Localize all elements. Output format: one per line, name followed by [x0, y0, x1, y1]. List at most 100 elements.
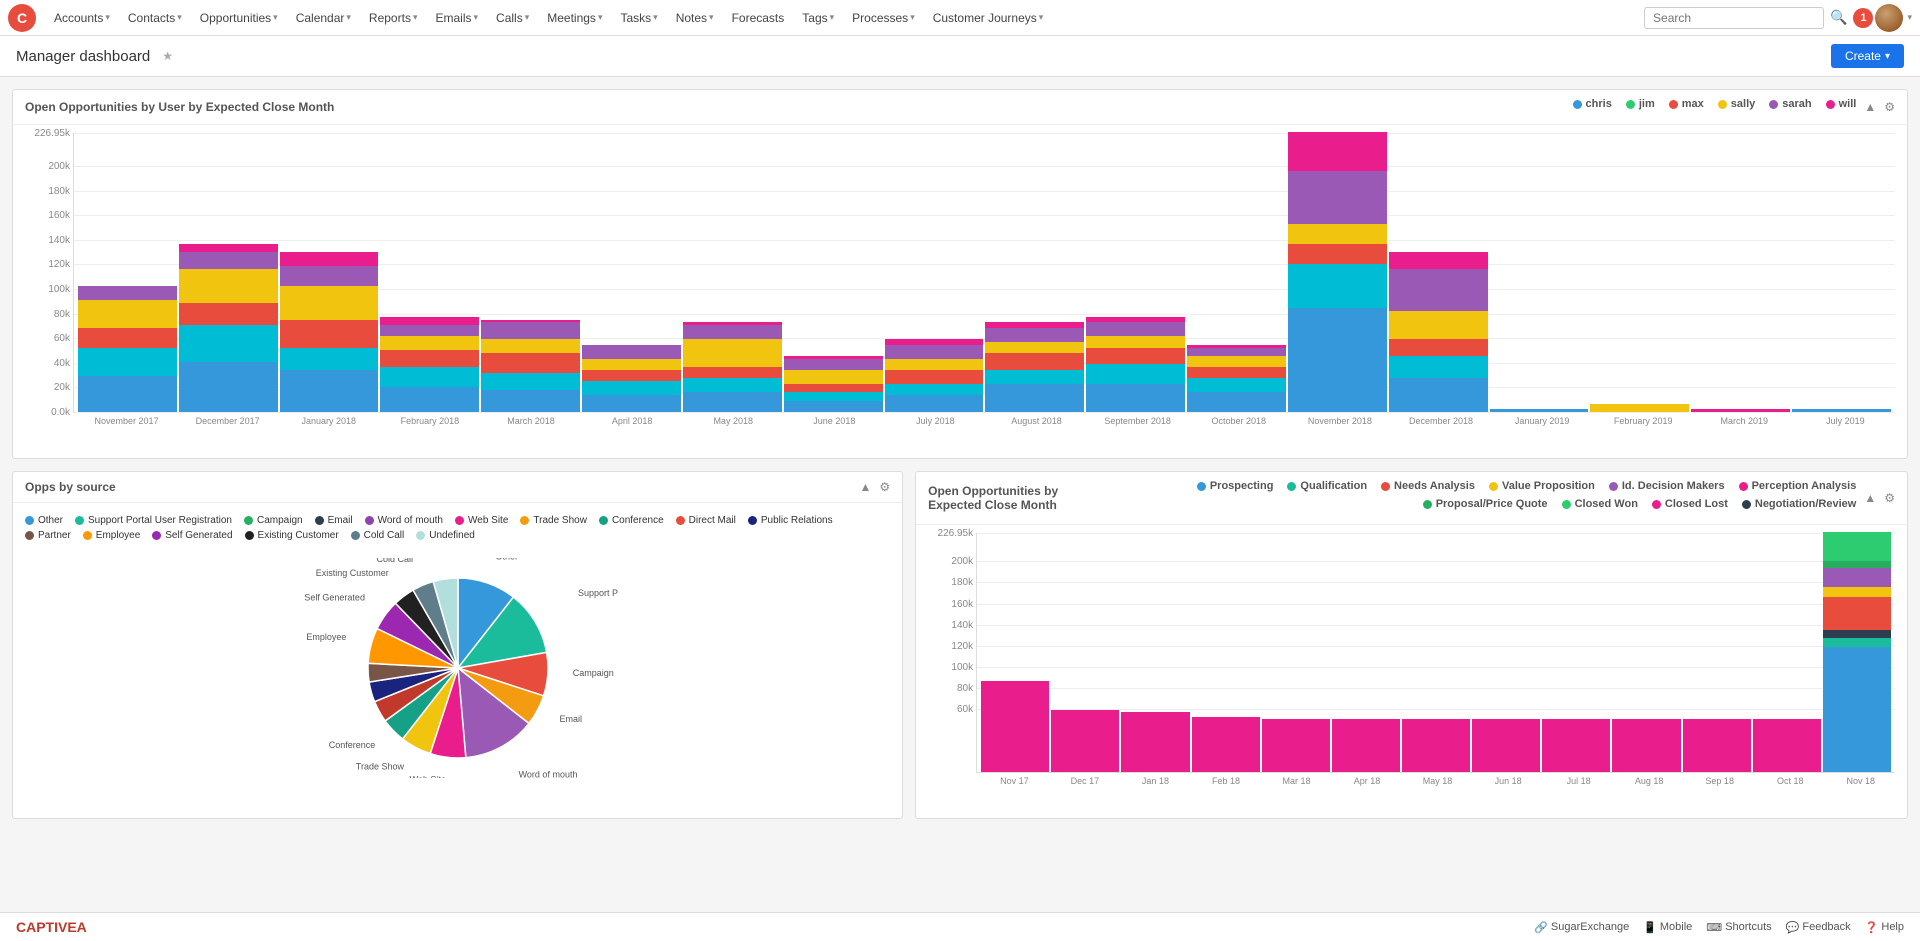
page-header: Manager dashboard ★ Create ▾: [0, 36, 1920, 77]
bar-group: [1389, 252, 1488, 412]
bar-segment: [78, 286, 177, 300]
pie-legend-dot: [244, 516, 253, 525]
legend-dot: [1669, 100, 1678, 109]
right-y-label: 100k: [951, 662, 977, 673]
nav-tasks[interactable]: Tasks ▾: [612, 5, 665, 31]
right-legend-label: Needs Analysis: [1394, 480, 1475, 492]
footer-brand: CAPTIVEA: [16, 919, 87, 935]
right-legend-label: Id. Decision Makers: [1622, 480, 1725, 492]
right-x-label: Sep 18: [1685, 776, 1754, 786]
y-axis-label: 226.95k: [34, 128, 74, 139]
pie-legend-label: Campaign: [257, 515, 303, 526]
bar-segment: [380, 325, 479, 336]
bar-group: [481, 320, 580, 412]
pie-chart-title: Opps by source: [25, 480, 116, 494]
nav-tags[interactable]: Tags ▾: [794, 5, 842, 31]
footer-link-help[interactable]: ❓Help: [1865, 921, 1904, 934]
pie-chart-panel: Opps by source ▲ ⚙ OtherSupport Portal U…: [12, 471, 903, 819]
x-axis-label: January 2019: [1493, 416, 1592, 426]
calls-arrow: ▾: [525, 12, 530, 23]
nav-forecasts[interactable]: Forecasts: [724, 5, 793, 31]
right-chart-settings-button[interactable]: ⚙: [1884, 491, 1895, 505]
pie-legend-label: Employee: [96, 530, 140, 541]
bar-segment: [1187, 367, 1286, 378]
bar-segment: [280, 252, 379, 266]
bar-segment: [885, 370, 984, 384]
nav-accounts[interactable]: Accounts ▾: [46, 5, 118, 31]
nav-customer-journeys[interactable]: Customer Journeys ▾: [925, 5, 1052, 31]
create-button[interactable]: Create ▾: [1831, 44, 1904, 68]
legend-item-sarah: sarah: [1769, 98, 1811, 110]
top-chart-legend: chrisjimmaxsallysarahwill: [1573, 98, 1857, 110]
bar-segment: [683, 325, 782, 339]
nav-reports[interactable]: Reports ▾: [361, 5, 426, 31]
search-input[interactable]: [1644, 7, 1824, 29]
top-chart-settings-button[interactable]: ⚙: [1884, 100, 1895, 114]
pie-legend-item: Campaign: [244, 515, 303, 526]
bar-segment: [1187, 356, 1286, 367]
nav-contacts[interactable]: Contacts ▾: [120, 5, 190, 31]
right-bar-group: [1402, 719, 1470, 772]
pie-legend: OtherSupport Portal User RegistrationCam…: [25, 511, 890, 545]
right-bar-group: [1683, 719, 1751, 772]
top-chart-collapse-button[interactable]: ▲: [1864, 100, 1876, 114]
right-chart-collapse-button[interactable]: ▲: [1864, 491, 1876, 505]
bar-segment: [784, 384, 883, 392]
footer-link-mobile[interactable]: 📱Mobile: [1643, 921, 1692, 934]
pie-legend-label: Undefined: [429, 530, 475, 541]
nav-notes[interactable]: Notes ▾: [668, 5, 722, 31]
right-bar-group: [1051, 710, 1119, 772]
right-legend-item: Closed Won: [1562, 498, 1638, 510]
bar-segment: [985, 342, 1084, 353]
right-bar-group: [1332, 719, 1400, 772]
pie-legend-dot: [748, 516, 757, 525]
y-axis-label: 80k: [54, 309, 74, 320]
right-legend-item: Closed Lost: [1652, 498, 1728, 510]
right-legend-dot: [1562, 500, 1571, 509]
bar-segment: [179, 244, 278, 252]
pie-chart-settings-button[interactable]: ⚙: [879, 480, 890, 494]
footer-link-feedback[interactable]: 💬Feedback: [1786, 921, 1851, 934]
favorite-star-icon[interactable]: ★: [162, 49, 173, 63]
footer-links: 🔗SugarExchange 📱Mobile ⌨Shortcuts 💬Feedback…: [1534, 921, 1904, 934]
bar-segment: [784, 370, 883, 384]
right-x-label: Apr 18: [1333, 776, 1402, 786]
right-legend-item: Perception Analysis: [1739, 480, 1857, 492]
footer-link-shortcuts[interactable]: ⌨Shortcuts: [1706, 921, 1771, 934]
pie-label: Web Site: [409, 774, 445, 778]
pie-chart-collapse-button[interactable]: ▲: [859, 480, 871, 494]
right-chart-body: 226.95k200k180k160k140k120k100k80k60k No…: [916, 525, 1907, 818]
legend-dot: [1573, 100, 1582, 109]
nav-opportunities[interactable]: Opportunities ▾: [192, 5, 286, 31]
search-button[interactable]: 🔍: [1826, 5, 1851, 30]
nav-emails[interactable]: Emails ▾: [427, 5, 486, 31]
tasks-arrow: ▾: [653, 12, 658, 23]
x-axis-label: April 2018: [583, 416, 682, 426]
y-axis-label: 120k: [48, 259, 74, 270]
nav-calendar[interactable]: Calendar ▾: [288, 5, 359, 31]
nav-meetings[interactable]: Meetings ▾: [539, 5, 610, 31]
footer-link-icon: 🔗: [1534, 921, 1548, 934]
nav-processes[interactable]: Processes ▾: [844, 5, 923, 31]
footer-link-label: SugarExchange: [1551, 921, 1629, 933]
bar-segment: [1086, 364, 1185, 384]
pie-legend-label: Word of mouth: [378, 515, 443, 526]
bar-segment: [179, 252, 278, 269]
x-axis-label: December 2018: [1391, 416, 1490, 426]
bar-segment: [1288, 308, 1387, 412]
legend-label: jim: [1639, 98, 1655, 110]
footer-link-label: Mobile: [1660, 921, 1692, 933]
right-bar-group: [1823, 532, 1891, 772]
top-chart-inner: 226.95k200k180k160k140k120k100k80k60k40k…: [73, 133, 1895, 413]
bar-segment: [78, 376, 177, 412]
notification-badge[interactable]: 1: [1853, 8, 1873, 28]
right-legend-dot: [1423, 500, 1432, 509]
app-logo[interactable]: C: [8, 4, 36, 32]
bar-segment: [481, 353, 580, 373]
avatar[interactable]: [1875, 4, 1903, 32]
avatar-arrow[interactable]: ▾: [1907, 12, 1912, 23]
footer-link-sugarexchange[interactable]: 🔗SugarExchange: [1534, 921, 1629, 934]
right-legend-dot: [1489, 482, 1498, 491]
nav-calls[interactable]: Calls ▾: [488, 5, 537, 31]
right-bar-segment: [1823, 561, 1891, 568]
